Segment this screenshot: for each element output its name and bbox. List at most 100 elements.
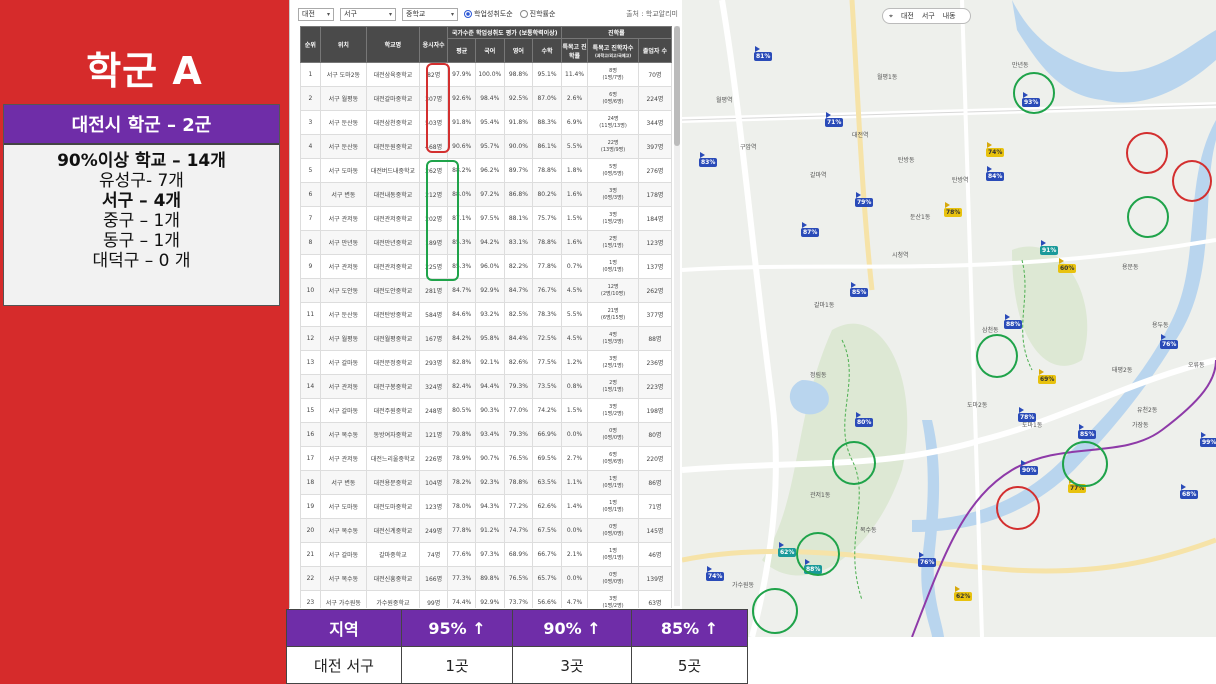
school-pin[interactable]: 87% xyxy=(801,222,820,237)
cell-avg: 82.8% xyxy=(447,350,476,375)
table-row[interactable]: 20 서구 복수동 대전신계중학교 249명 77.8% 91.2% 74.7% 67.5% 0… xyxy=(300,518,673,543)
school-pin[interactable]: 74% xyxy=(986,142,1005,157)
map-control-city[interactable]: 대전 xyxy=(901,11,914,21)
school-pin[interactable]: 60% xyxy=(1058,258,1077,273)
school-pin[interactable]: 62% xyxy=(954,586,973,601)
table-row[interactable]: 4 서구 둔산동 대전둔원중학교 468명 90.6% 95.7% 90.0% 86.1% 5.… xyxy=(300,134,673,159)
table-row[interactable]: 23 서구 가수원동 가수원중학교 99명 74.4% 92.9% 73.7% 56.6% 4.… xyxy=(300,590,673,609)
cell-cnt: 12명 (2명/10명) xyxy=(587,278,639,303)
crosshair-icon[interactable]: ⌖ xyxy=(889,12,893,21)
school-pin[interactable]: 90% xyxy=(1020,460,1039,475)
school-pin[interactable]: 85% xyxy=(1078,424,1097,439)
table-row[interactable]: 14 서구 관저동 대전구봉중학교 324명 82.4% 94.4% 79.3% 73.5% 0… xyxy=(300,374,673,399)
cell-eng: 68.9% xyxy=(503,542,534,567)
cell-school: 대전갈마중학교 xyxy=(366,86,420,111)
cell-avg: 82.4% xyxy=(447,374,476,399)
table-row[interactable]: 19 서구 도마동 대전도마중학교 123명 78.0% 94.3% 77.2% 62.6% 1… xyxy=(300,494,673,519)
school-pin[interactable]: 74% xyxy=(706,566,725,581)
green-highlight-ring xyxy=(1127,196,1169,238)
cell-math: 78.8% xyxy=(532,158,562,183)
cell-kor: 90.7% xyxy=(474,446,505,471)
table-row[interactable]: 15 서구 갈마동 대전주원중학교 248명 80.5% 90.3% 77.0% 74.2% 1… xyxy=(300,398,673,423)
sort-achievement-radio[interactable]: 학업성취도순 xyxy=(464,9,513,19)
school-pin[interactable]: 85% xyxy=(850,282,869,297)
school-level-select[interactable]: 중학교 ▾ xyxy=(402,7,458,21)
school-pin[interactable]: 80% xyxy=(855,412,874,427)
table-row[interactable]: 10 서구 도안동 대전도안중학교 281명 84.7% 92.9% 84.7% 76.7% 4… xyxy=(300,278,673,303)
scroll-thumb[interactable] xyxy=(674,26,680,146)
cell-cnt: 3명 (1명/2명) xyxy=(587,206,639,231)
col-rank: 순위 xyxy=(300,26,321,63)
table-row[interactable]: 21 서구 갈마동 갈마중학교 74명 77.6% 97.3% 68.9% 66.7% 2.1%… xyxy=(300,542,673,567)
summary-table: 지역 95% ↑ 90% ↑ 85% ↑ 대전 서구 1곳 3곳 5곳 xyxy=(286,609,748,684)
cell-cnt: 6명 (0명/6명) xyxy=(587,446,639,471)
cell-loc: 서구 관저동 xyxy=(319,254,368,279)
cell-school: 대전주원중학교 xyxy=(366,398,420,423)
school-pin[interactable]: 76% xyxy=(918,552,937,567)
table-row[interactable]: 5 서구 도마동 대전버드내중학교 262명 88.2% 96.2% 89.7% 78.8% 1… xyxy=(300,158,673,183)
cell-cnt: 22명 (13명/9명) xyxy=(587,134,639,159)
cell-loc: 서구 월평동 xyxy=(319,326,368,351)
cell-rate: 2.7% xyxy=(560,446,589,471)
cell-n: 584명 xyxy=(418,302,449,327)
school-pin[interactable]: 79% xyxy=(855,192,874,207)
sort-achievement-label: 학업성취도순 xyxy=(474,10,513,18)
cell-cnt: 1명 (0명/1명) xyxy=(587,470,639,495)
special-count-breakdown: (1명/2명) xyxy=(602,602,624,609)
table-row[interactable]: 12 서구 월평동 대전월평중학교 167명 84.2% 95.8% 84.4% 72.5% 4… xyxy=(300,326,673,351)
table-row[interactable]: 8 서구 만년동 대전만년중학교 189명 85.3% 94.2% 83.1% 78.8% 1.… xyxy=(300,230,673,255)
place-label: 갈마1동 xyxy=(814,302,835,309)
cell-rank: 8 xyxy=(300,230,321,255)
table-row[interactable]: 6 서구 변동 대전내동중학교 212명 88.0% 97.2% 86.8% 80.2% 1.6… xyxy=(300,182,673,207)
cell-avg: 77.8% xyxy=(447,518,476,543)
map-control-district[interactable]: 서구 xyxy=(922,11,935,21)
summary-line-total: 90%이상 학교 – 14개 xyxy=(57,151,226,171)
table-row[interactable]: 13 서구 갈마동 대전문정중학교 293명 82.8% 92.1% 82.6% 77.5% 1… xyxy=(300,350,673,375)
table-row[interactable]: 2 서구 월평동 대전갈마중학교 307명 92.6% 98.4% 92.5% 87.0% 2.… xyxy=(300,86,673,111)
school-pin[interactable]: 83% xyxy=(699,152,718,167)
table-row[interactable]: 1 서구 도마2동 대전삼육중학교 82명 97.9% 100.0% 98.8% 95.1% 1… xyxy=(300,62,673,87)
cell-n: 74명 xyxy=(418,542,449,567)
cell-school: 대전탄방중학교 xyxy=(366,302,420,327)
cell-rate: 1.2% xyxy=(560,350,589,375)
cell-loc: 서구 만년동 xyxy=(319,230,368,255)
table-row[interactable]: 11 서구 둔산동 대전탄방중학교 584명 84.6% 93.2% 82.5% 78.3% 5… xyxy=(300,302,673,327)
cell-math: 80.2% xyxy=(532,182,562,207)
cell-cnt: 1명 (0명/1명) xyxy=(587,494,639,519)
cell-n: 249명 xyxy=(418,518,449,543)
school-pin[interactable]: 76% xyxy=(1160,334,1179,349)
school-map[interactable]: ⌖ 대전 서구 내동 갈마1동 탄방동 둔산1동 월평1동 도마2동 복수동 관… xyxy=(682,0,1216,637)
school-pin[interactable]: 62% xyxy=(778,542,797,557)
table-row[interactable]: 18 서구 변동 대전용문중학교 104명 78.2% 92.3% 78.8% 63.5% 1.… xyxy=(300,470,673,495)
cell-math: 72.5% xyxy=(532,326,562,351)
cell-rank: 6 xyxy=(300,182,321,207)
table-row[interactable]: 7 서구 관저동 대전관저중학교 202명 87.1% 97.5% 88.1% 75.7% 1.… xyxy=(300,206,673,231)
school-pin[interactable]: 88% xyxy=(1004,314,1023,329)
school-pin[interactable]: 78% xyxy=(1018,407,1037,422)
district-select[interactable]: 서구 ▾ xyxy=(340,7,396,21)
special-count-breakdown: (0명/6명) xyxy=(602,98,624,105)
school-pin[interactable]: 69% xyxy=(1038,369,1057,384)
table-scrollbar[interactable] xyxy=(674,26,680,606)
table-row[interactable]: 16 서구 복수동 동방여자중학교 121명 79.8% 93.4% 79.3% 66.9% 0… xyxy=(300,422,673,447)
school-pin[interactable]: 78% xyxy=(944,202,963,217)
map-control-dong[interactable]: 내동 xyxy=(943,11,956,21)
cell-eng: 86.8% xyxy=(503,182,534,207)
school-pin[interactable]: 84% xyxy=(986,166,1005,181)
table-row[interactable]: 22 서구 복수동 대전신흥중학교 166명 77.3% 89.8% 76.5% 65.7% 0… xyxy=(300,566,673,591)
table-row[interactable]: 3 서구 둔산동 대전삼천중학교 503명 91.8% 95.4% 91.8% 88.3% 6.… xyxy=(300,110,673,135)
table-row[interactable]: 17 서구 관저동 대전느리울중학교 226명 78.9% 90.7% 76.5% 69.5%… xyxy=(300,446,673,471)
school-pin[interactable]: 68% xyxy=(1180,484,1199,499)
special-count-breakdown: (1명/2명) xyxy=(602,410,624,417)
school-pin[interactable]: 81% xyxy=(754,46,773,61)
summary-line-junggu: 중구 – 1개 xyxy=(102,211,181,231)
region-select[interactable]: 대전 ▾ xyxy=(298,7,334,21)
school-pin[interactable]: 71% xyxy=(825,112,844,127)
chevron-down-icon: ▾ xyxy=(388,10,392,18)
table-row[interactable]: 9 서구 관저동 대전관저중학교 225명 85.3% 96.0% 82.2% 77.8% 0.… xyxy=(300,254,673,279)
school-pin[interactable]: 91% xyxy=(1040,240,1059,255)
school-pin[interactable]: 99% xyxy=(1200,432,1216,447)
cell-rank: 22 xyxy=(300,566,321,591)
chevron-down-icon: ▾ xyxy=(326,10,330,18)
sort-advancement-radio[interactable]: 진학률순 xyxy=(519,9,555,19)
